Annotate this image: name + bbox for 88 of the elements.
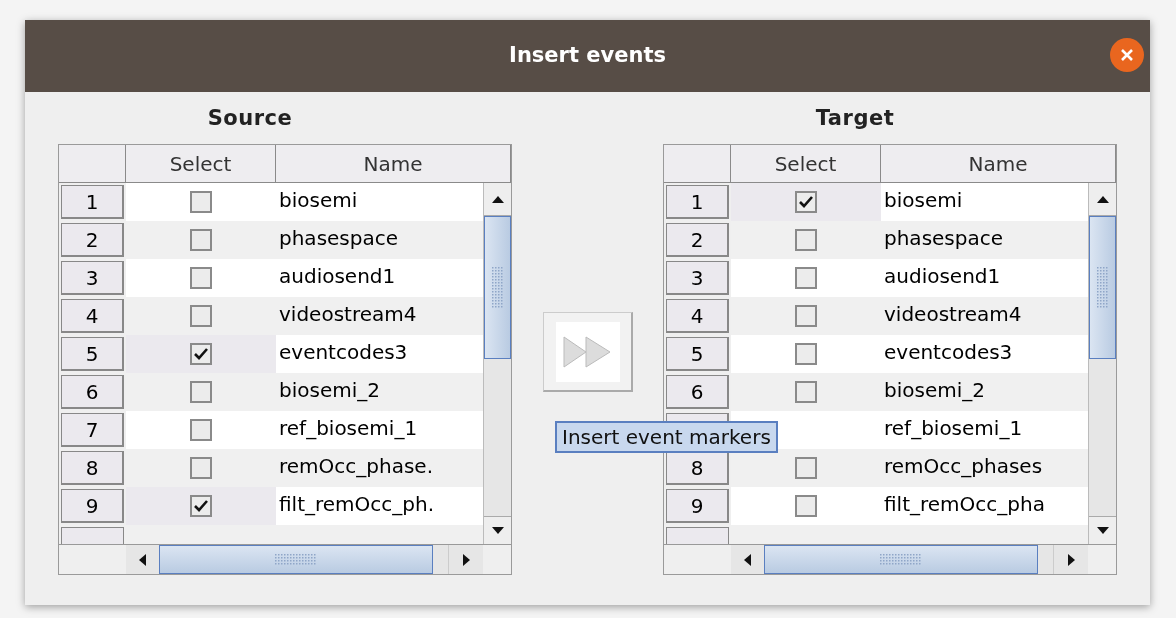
name-cell-text: eventcodes3 (883, 339, 1014, 366)
checkbox[interactable] (795, 305, 817, 327)
row-header[interactable]: 8 (61, 451, 124, 485)
name-cell-text: remOcc_phases (883, 453, 1044, 480)
checkbox[interactable] (795, 343, 817, 365)
horizontal-scrollbar[interactable] (731, 545, 1088, 574)
row-header[interactable]: 1 (61, 185, 124, 219)
name-cell-text: audiosend1 (278, 263, 397, 290)
checkmark-icon (194, 500, 208, 512)
name-cell-text: ref_biosemi_1 (883, 415, 1024, 442)
name-cell-text: remOcc_phase. (278, 453, 434, 480)
tooltip: Insert event markers (555, 421, 778, 453)
row-header[interactable]: 6 (666, 375, 729, 409)
name-cell-text: videostream4 (278, 301, 418, 328)
checkbox[interactable] (190, 229, 212, 251)
checkbox[interactable] (190, 381, 212, 403)
insert-button[interactable] (543, 312, 633, 392)
close-icon (1121, 49, 1133, 61)
triangle-left-icon (137, 552, 148, 567)
vertical-scrollbar[interactable] (1088, 183, 1116, 544)
name-cell-text: ref_biosemi_1 (278, 415, 419, 442)
scroll-up-button[interactable] (1089, 183, 1116, 216)
row-header[interactable]: 9 (666, 489, 729, 523)
grip-icon (491, 266, 504, 309)
scroll-up-button[interactable] (484, 183, 511, 216)
checkbox[interactable] (190, 191, 212, 213)
column-header[interactable]: Name (276, 145, 511, 183)
row-header[interactable]: 4 (666, 299, 729, 333)
checkbox[interactable] (795, 457, 817, 479)
vertical-scrollbar[interactable] (483, 183, 511, 544)
panel-title: Source (207, 105, 294, 133)
grip-icon (1096, 266, 1109, 309)
name-cell-text: filt_remOcc_pha (883, 491, 1046, 518)
triangle-down-icon (1095, 525, 1110, 536)
scrollbar-thumb[interactable] (764, 545, 1038, 574)
window-title: Insert events (509, 42, 666, 70)
column-header[interactable]: Select (126, 145, 276, 183)
row-header[interactable]: 2 (666, 223, 729, 257)
checkmark-icon (799, 196, 813, 208)
name-cell-text: audiosend1 (883, 263, 1002, 290)
scroll-down-button[interactable] (1089, 516, 1116, 544)
name-cell-text: videostream4 (883, 301, 1023, 328)
row-header[interactable]: 3 (666, 261, 729, 295)
name-cell-text: biosemi (278, 187, 359, 214)
triangle-left-icon (742, 552, 753, 567)
checkbox[interactable] (190, 305, 212, 327)
row-header[interactable]: 1 (666, 185, 729, 219)
scroll-down-button[interactable] (484, 516, 511, 544)
checkbox[interactable] (795, 381, 817, 403)
name-cell-text: biosemi_2 (883, 377, 986, 404)
checkbox[interactable] (190, 419, 212, 441)
name-cell-text: eventcodes3 (278, 339, 409, 366)
checkbox[interactable] (795, 191, 817, 213)
row-header[interactable]: 8 (666, 451, 729, 485)
name-cell-text: phasespace (278, 225, 400, 252)
checkbox[interactable] (795, 495, 817, 517)
checkbox[interactable] (190, 267, 212, 289)
name-cell-text: filt_remOcc_ph. (278, 491, 436, 518)
row-header[interactable]: 9 (61, 489, 124, 523)
checkbox[interactable] (190, 457, 212, 479)
close-button[interactable] (1110, 38, 1144, 72)
name-cell-text: biosemi (883, 187, 964, 214)
row-header[interactable]: 3 (61, 261, 124, 295)
checkbox[interactable] (795, 229, 817, 251)
triangle-down-icon (490, 525, 505, 536)
column-header[interactable]: Name (881, 145, 1116, 183)
checkmark-icon (194, 348, 208, 360)
row-header[interactable]: 2 (61, 223, 124, 257)
row-header[interactable]: 6 (61, 375, 124, 409)
row-header[interactable]: 4 (61, 299, 124, 333)
row-header[interactable]: 5 (61, 337, 124, 371)
grip-icon (275, 553, 317, 566)
horizontal-scrollbar[interactable] (126, 545, 483, 574)
scrollbar-thumb[interactable] (159, 545, 433, 574)
row-header[interactable]: 7 (61, 413, 124, 447)
checkbox[interactable] (190, 343, 212, 365)
scrollbar-thumb[interactable] (1089, 216, 1116, 359)
triangle-right-icon (460, 552, 472, 567)
grip-icon (880, 553, 922, 566)
row-header[interactable]: 5 (666, 337, 729, 371)
column-header[interactable]: Select (731, 145, 881, 183)
name-cell-text: phasespace (883, 225, 1005, 252)
scrollbar-thumb[interactable] (484, 216, 511, 359)
name-cell-text: biosemi_2 (278, 377, 381, 404)
checkbox[interactable] (795, 267, 817, 289)
panel-title: Target (815, 105, 896, 133)
triangle-right-icon (1065, 552, 1077, 567)
checkbox[interactable] (190, 495, 212, 517)
